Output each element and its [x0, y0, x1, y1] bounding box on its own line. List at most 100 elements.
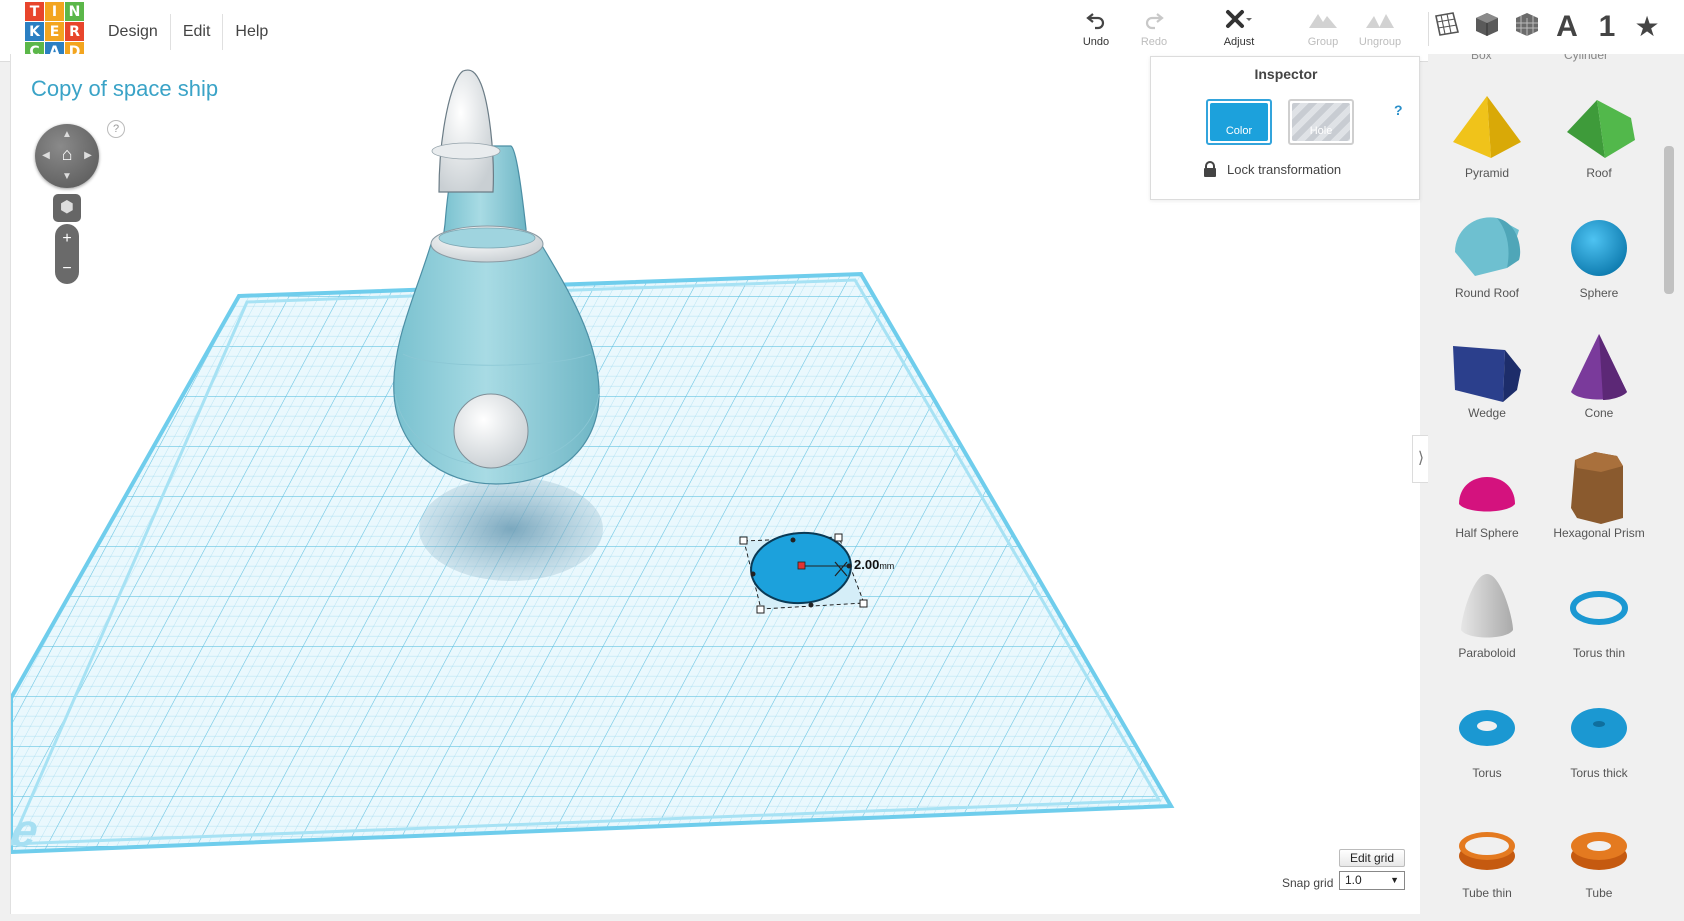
logo-letter: R [65, 22, 84, 41]
shape-label: Sphere [1579, 286, 1619, 300]
round-roof-icon [1455, 217, 1521, 276]
menu-edit[interactable]: Edit [169, 14, 223, 50]
resize-handle [859, 599, 868, 608]
tinkercad-logo[interactable]: T I N K E R C A D [25, 2, 85, 62]
perspective-cube-icon[interactable]: ⬢ [53, 194, 81, 222]
menu-help[interactable]: Help [222, 14, 280, 50]
logo-letter: E [45, 22, 64, 41]
rocket-shadow [419, 477, 603, 581]
roof-icon [1567, 100, 1635, 158]
dimension-unit: mm [879, 561, 895, 571]
orbit-control[interactable]: ▲ ▼ ◀ ▶ ⌂ [35, 124, 99, 188]
grid-view-icon[interactable] [1432, 10, 1462, 44]
torus-icon [1459, 710, 1515, 746]
adjust-button[interactable]: Adjust [1209, 8, 1269, 58]
shape-torus-thin[interactable]: Torus thin [1543, 568, 1655, 668]
shape-wedge[interactable]: Wedge [1431, 328, 1543, 428]
shape-torus-thick[interactable]: Torus thick [1543, 688, 1655, 788]
torus-thin-icon [1570, 591, 1628, 625]
shape-label-cut: Box [1471, 54, 1492, 62]
pyramid-icon [1453, 96, 1521, 158]
rocket-model[interactable] [393, 69, 600, 485]
shape-label: Roof [1586, 166, 1612, 180]
shape-label: Torus [1472, 766, 1502, 780]
shape-half-sphere[interactable]: Half Sphere [1431, 448, 1543, 548]
dimension-label[interactable]: 2.00mm [854, 557, 894, 572]
undo-icon [1066, 8, 1126, 36]
undo-label: Undo [1082, 36, 1110, 48]
shape-label-cut: Cylinder [1564, 54, 1609, 62]
inspector-help-button[interactable]: ? [1394, 102, 1403, 118]
shape-label: Torus thin [1572, 646, 1626, 660]
color-button[interactable]: Color [1206, 99, 1272, 145]
orbit-right-icon[interactable]: ▶ [83, 151, 93, 161]
ungroup-icon [1350, 8, 1410, 36]
shape-torus[interactable]: Torus [1431, 688, 1543, 788]
shape-tube-thin[interactable]: Tube thin [1431, 808, 1543, 908]
undo-button[interactable]: Undo [1066, 8, 1126, 58]
number-icon[interactable]: 1 [1592, 10, 1622, 44]
resize-handle [739, 536, 748, 545]
shape-sphere[interactable]: Sphere [1543, 208, 1655, 308]
sphere-icon [1571, 220, 1627, 276]
main-menu: Design Edit Help [96, 14, 280, 50]
shape-label: Paraboloid [1458, 646, 1516, 660]
lock-transformation-toggle[interactable]: Lock transformation [1203, 161, 1341, 177]
wireframe-box-icon[interactable] [1512, 10, 1542, 44]
shape-label: Tube thin [1462, 886, 1512, 900]
home-view-icon[interactable]: ⌂ [57, 144, 77, 164]
nav-help-button[interactable]: ? [107, 120, 125, 138]
text-icon[interactable]: A [1552, 10, 1582, 44]
resize-handle [756, 605, 765, 614]
shape-round-roof[interactable]: Round Roof [1431, 208, 1543, 308]
tube-icon [1571, 832, 1627, 870]
shape-pyramid[interactable]: Pyramid [1431, 88, 1543, 188]
shapes-panel-scrollbar[interactable] [1664, 146, 1674, 294]
star-icon[interactable]: ★ [1632, 10, 1662, 44]
dimension-value: 2.00 [854, 557, 880, 572]
shape-paraboloid[interactable]: Paraboloid [1431, 568, 1543, 668]
shape-label: Half Sphere [1455, 526, 1519, 540]
solid-box-icon[interactable] [1472, 10, 1502, 44]
menu-design[interactable]: Design [96, 14, 170, 50]
shape-cone[interactable]: Cone [1543, 328, 1655, 428]
resize-handle [834, 533, 843, 542]
shape-label: Cone [1584, 406, 1614, 420]
adjust-icon [1209, 8, 1269, 36]
color-label: Color [1225, 125, 1253, 137]
hexagonal-prism-icon [1571, 452, 1623, 524]
redo-icon [1124, 8, 1184, 36]
inspector-panel: Inspector ? Color Hole Lock transformati… [1150, 56, 1420, 200]
dropdown-arrow-icon: ▼ [1390, 875, 1399, 885]
orbit-up-icon[interactable]: ▲ [62, 130, 72, 140]
shape-label: Round Roof [1454, 286, 1520, 300]
top-bar: T I N K E R C A D Design Edit Help Undo … [0, 0, 1684, 62]
zoom-in-button[interactable]: + [55, 224, 79, 254]
group-button[interactable]: Group [1293, 8, 1353, 58]
shape-tube[interactable]: Tube [1543, 808, 1655, 908]
redo-label: Redo [1140, 36, 1168, 48]
snap-grid-select[interactable]: 1.0 ▼ [1339, 871, 1405, 890]
lock-label: Lock transformation [1227, 161, 1342, 177]
orbit-left-icon[interactable]: ◀ [41, 151, 51, 161]
edit-grid-button[interactable]: Edit grid [1339, 849, 1405, 867]
orbit-down-icon[interactable]: ▼ [62, 172, 72, 182]
tube-thin-icon [1459, 832, 1515, 870]
shape-label: Tube [1585, 886, 1613, 900]
zoom-out-button[interactable]: − [55, 254, 79, 284]
inspector-title: Inspector [1254, 66, 1318, 82]
shapes-panel: Box Cylinder Pyramid Roof Round Roof Sph… [1428, 54, 1684, 921]
shape-hexagonal-prism[interactable]: Hexagonal Prism [1543, 448, 1655, 548]
redo-button[interactable]: Redo [1124, 8, 1184, 58]
tinkercad-editor: T I N K E R C A D Design Edit Help Undo … [0, 0, 1684, 921]
hole-button[interactable]: Hole [1288, 99, 1354, 145]
adjust-label: Adjust [1223, 36, 1255, 48]
design-title[interactable]: Copy of space ship [31, 76, 218, 102]
wedge-icon [1453, 346, 1521, 402]
logo-letter: K [25, 22, 44, 41]
lock-icon [1203, 161, 1217, 177]
shape-label: Wedge [1468, 406, 1506, 420]
ungroup-button[interactable]: Ungroup [1350, 8, 1410, 58]
hole-label: Hole [1309, 125, 1333, 137]
shape-roof[interactable]: Roof [1543, 88, 1655, 188]
